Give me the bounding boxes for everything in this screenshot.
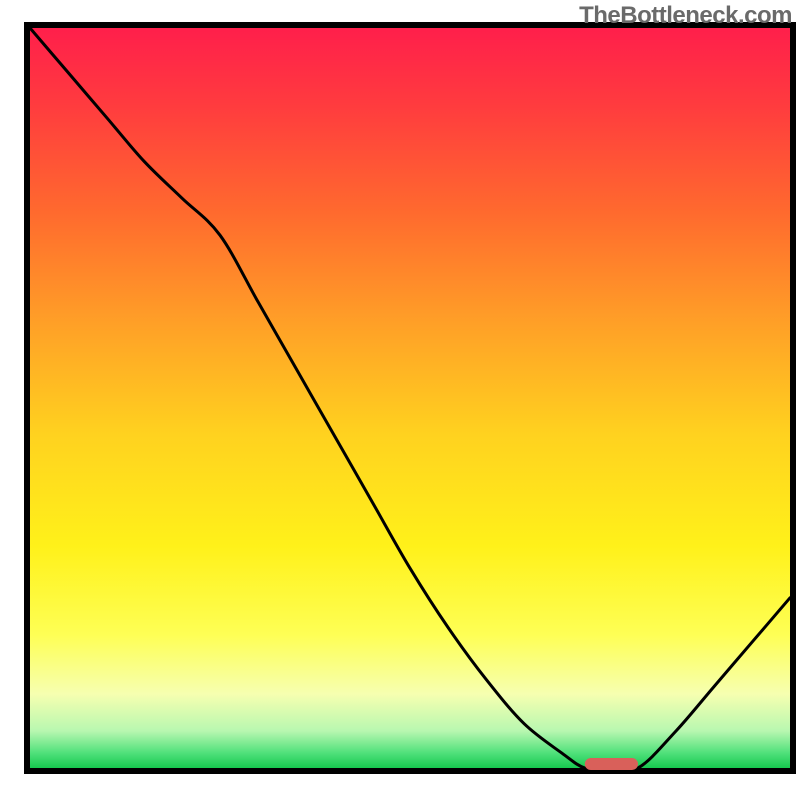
watermark-text: TheBottleneck.com	[579, 2, 792, 30]
plot-background	[30, 28, 790, 768]
bottleneck-chart	[0, 0, 800, 800]
optimal-range-marker	[585, 758, 638, 770]
chart-container: TheBottleneck.com	[0, 0, 800, 800]
